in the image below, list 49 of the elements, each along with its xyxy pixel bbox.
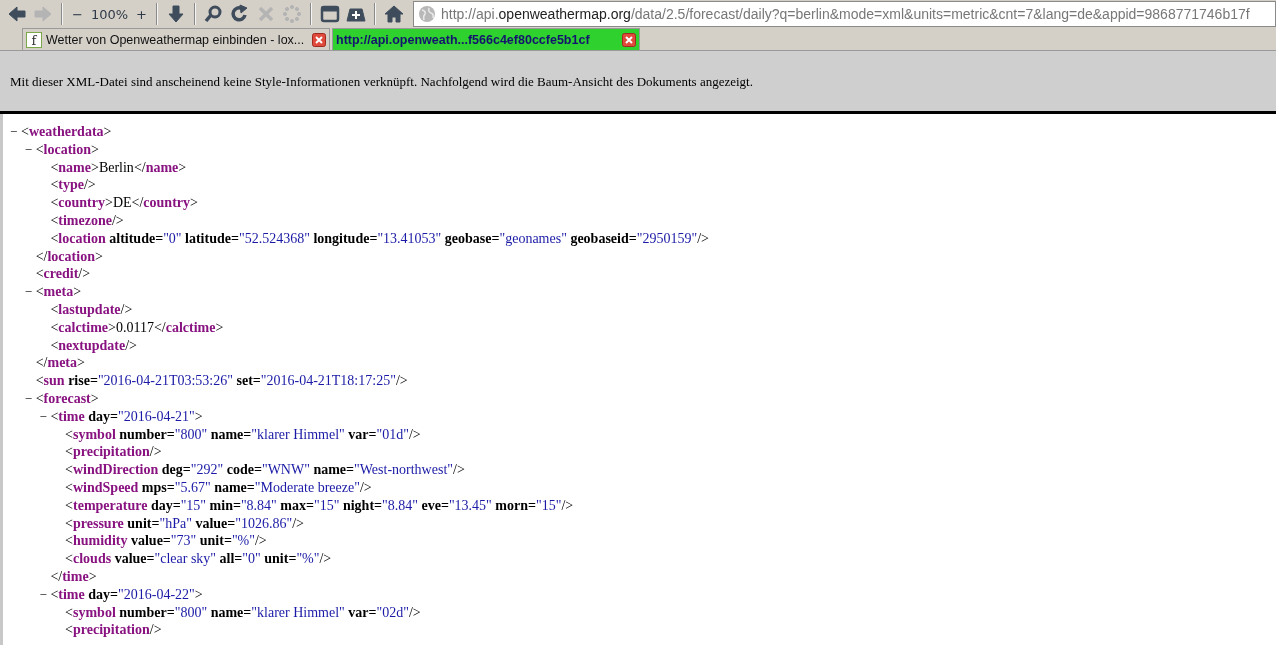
xml-line: <meta> bbox=[35, 283, 82, 301]
xml-line: <precipitation/> bbox=[65, 621, 162, 640]
zoom-in-button[interactable]: + bbox=[133, 2, 150, 26]
browser-tab[interactable]: f Wetter von Openweathermap einbinden - lox... bbox=[22, 28, 330, 50]
xml-line: <time day="2016-04-22"> bbox=[50, 585, 203, 604]
close-icon[interactable] bbox=[622, 32, 636, 47]
tab-title: http://api.openweath...f566c4ef80ccfe5b1cf bbox=[336, 32, 591, 47]
xml-line: <weatherdata> bbox=[21, 123, 112, 141]
collapse-toggle[interactable]: − bbox=[24, 283, 36, 301]
collapse-toggle[interactable]: − bbox=[39, 585, 51, 604]
collapse-toggle[interactable]: − bbox=[39, 407, 51, 426]
xml-line: <precipitation/> bbox=[65, 443, 162, 462]
xml-line: <sun rise="2016-04-21T03:53:26" set="2016-04-21T18:17:25"/> bbox=[35, 372, 408, 390]
globe-icon bbox=[418, 5, 436, 23]
zoom-out-button[interactable]: − bbox=[69, 2, 86, 26]
xml-line: <location> bbox=[35, 140, 99, 159]
tab-title: Wetter von Openweathermap einbinden - lox... bbox=[46, 32, 306, 47]
xml-line: </meta> bbox=[35, 354, 85, 373]
xml-line: <credit/> bbox=[35, 265, 91, 284]
collapse-toggle[interactable]: − bbox=[24, 140, 36, 159]
zoom-level-button[interactable]: 100% bbox=[87, 2, 132, 26]
xml-line: <calctime>0.0117</calctime> bbox=[50, 318, 224, 337]
site-logo-icon: f bbox=[26, 31, 42, 48]
xml-line: <location altitude="0" latitude="52.524368" longitude="13.41053" geobase="geonames" geobaseid="2950159"/> bbox=[50, 229, 709, 248]
xml-line: <nextupdate/> bbox=[50, 336, 137, 355]
close-icon[interactable] bbox=[312, 32, 326, 47]
xml-line: <type/> bbox=[50, 176, 96, 195]
collapse-toggle[interactable]: − bbox=[10, 123, 21, 141]
xml-line: <lastupdate/> bbox=[50, 300, 133, 319]
xml-line: <symbol number="800" name="klarer Himmel" var="01d"/> bbox=[65, 425, 421, 444]
xml-line: <time day="2016-04-21"> bbox=[50, 407, 203, 426]
collapse-toggle[interactable]: − bbox=[24, 389, 36, 408]
xml-line: <temperature day="15" min="8.84" max="15" night="8.84" eve="13.45" morn="15"/> bbox=[65, 496, 574, 515]
address-field[interactable]: http://api.openweathermap.org/data/2.5/forecast/daily?q=berlin&mode=xml&units=metric&cnt=7&lang=de&appid=9868771746b17f bbox=[413, 1, 1276, 27]
xml-line: </time> bbox=[50, 567, 97, 586]
xml-line: <clouds value="clear sky" all="0" unit="%"/> bbox=[65, 550, 332, 568]
xml-line: <symbol number="800" name="klarer Himmel" var="02d"/> bbox=[65, 603, 421, 622]
browser-tab[interactable]: http://api.openweath...f566c4ef80ccfe5b1cf bbox=[332, 28, 640, 50]
xml-line: <name>Berlin</name> bbox=[50, 158, 187, 177]
xml-line: <timezone/> bbox=[50, 212, 124, 230]
xml-line: <windDirection deg="292" code="WNW" name="West-northwest"/> bbox=[65, 461, 465, 479]
xml-line: <pressure unit="hPa" value="1026.86"/> bbox=[65, 514, 304, 533]
xml-line: </location> bbox=[35, 247, 103, 266]
xml-line: <humidity value="73" unit="%"/> bbox=[65, 532, 267, 551]
url-text: http://api.openweathermap.org/data/2.5/forecast/daily?q=berlin&mode=xml&units=metric&cnt=7&lang=de&appid=9868771746b17f bbox=[441, 6, 1250, 22]
xml-line: <country>DE</country> bbox=[50, 194, 198, 212]
xml-line: <forecast> bbox=[35, 389, 99, 408]
xml-line: <windSpeed mps="5.67" name="Moderate breeze"/> bbox=[65, 478, 372, 497]
info-message: Mit dieser XML-Datei sind anscheinend keine Style-Informationen verknüpft. Nachfolgend wird die Baum-Ansicht des Dokuments angezeigt. bbox=[10, 74, 753, 90]
